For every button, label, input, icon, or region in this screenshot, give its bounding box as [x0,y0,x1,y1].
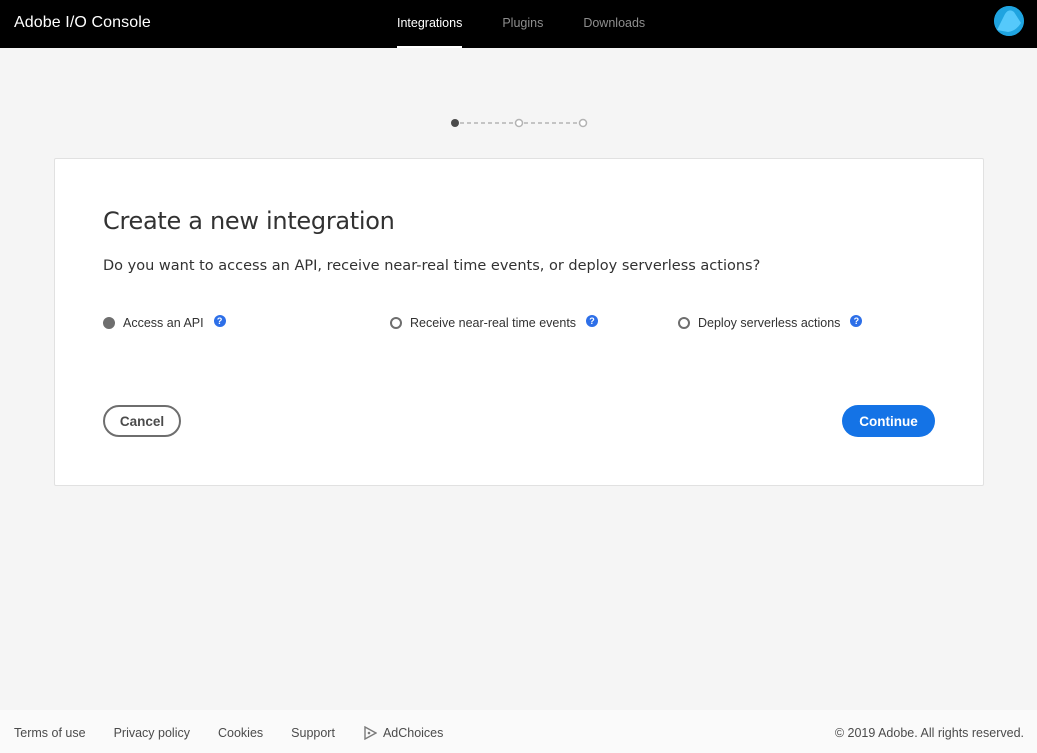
option-label: Deploy serverless actions [698,316,841,330]
option-label: Receive near-real time events [410,316,577,330]
radio-deploy-actions[interactable] [678,317,690,329]
continue-button[interactable]: Continue [842,405,935,437]
help-question-icon[interactable]: ? [850,314,863,327]
help-question-icon[interactable]: ? [213,314,226,327]
top-bar: Adobe I/O Console Integrations Plugins D… [0,0,1037,48]
progress-stepper [450,116,590,128]
app-title[interactable]: Adobe I/O Console [14,14,151,32]
step-1-dot [451,119,459,127]
footer-link-terms[interactable]: Terms of use [14,726,86,740]
help-question-icon[interactable]: ? [586,314,599,327]
footer-links: Terms of use Privacy policy Cookies Supp… [14,726,471,740]
footer-link-adchoices[interactable]: AdChoices [363,726,443,740]
page-title: Create a new integration [103,207,395,235]
user-avatar-icon[interactable] [994,6,1024,36]
radio-access-api[interactable] [103,317,115,329]
footer: Terms of use Privacy policy Cookies Supp… [0,710,1037,753]
copyright-text: © 2019 Adobe. All rights reserved. [834,726,1024,740]
option-receive-events[interactable]: Receive near-real time events ? [390,314,599,331]
option-access-api[interactable]: Access an API ? [103,314,226,331]
option-deploy-actions[interactable]: Deploy serverless actions ? [678,314,863,331]
adchoices-icon [364,726,377,740]
footer-link-support[interactable]: Support [291,726,335,740]
nav-tab-integrations[interactable]: Integrations [397,0,463,48]
nav-tab-downloads[interactable]: Downloads [583,0,645,48]
cancel-button[interactable]: Cancel [103,405,181,437]
adchoices-label: AdChoices [382,726,444,740]
option-label: Access an API [123,316,204,330]
step-2-dot [514,118,524,128]
step-3-dot [578,118,588,128]
radio-receive-events[interactable] [390,317,402,329]
create-integration-card: Create a new integration Do you want to … [54,158,984,486]
main-nav: Integrations Plugins Downloads [397,0,685,48]
footer-link-privacy[interactable]: Privacy policy [114,726,190,740]
footer-link-cookies[interactable]: Cookies [218,726,263,740]
integration-question: Do you want to access an API, receive ne… [103,258,761,274]
nav-tab-plugins[interactable]: Plugins [502,0,543,48]
